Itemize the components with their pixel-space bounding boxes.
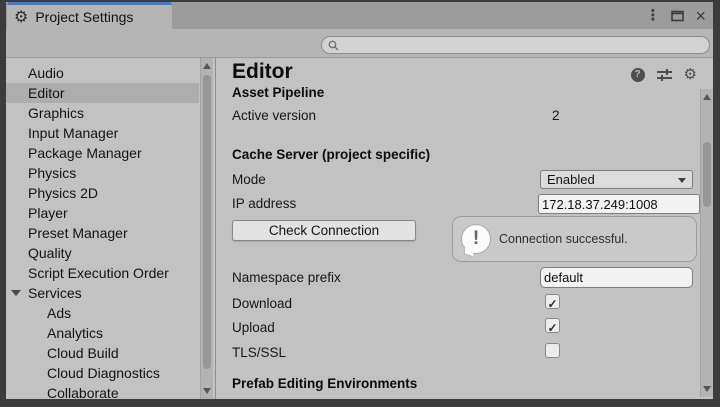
sidebar-item-package-manager[interactable]: Package Manager: [6, 143, 199, 163]
title-bar: ⚙ Project Settings ⋮ ×: [6, 2, 713, 29]
settings-category-list: Audio Editor Graphics Input Manager Pack…: [6, 63, 199, 403]
mode-dropdown-value: Enabled: [547, 172, 595, 187]
status-message: Connection successful.: [499, 232, 628, 246]
upload-checkbox[interactable]: ✓: [545, 318, 560, 333]
sidebar-item-ads[interactable]: Ads: [6, 303, 199, 323]
download-checkbox[interactable]: ✓: [545, 294, 560, 309]
ip-address-label: IP address: [232, 196, 296, 211]
sidebar-item-input-manager[interactable]: Input Manager: [6, 123, 199, 143]
settings-gear-icon: ⚙: [14, 9, 28, 25]
sidebar-item-physics-2d[interactable]: Physics 2D: [6, 183, 199, 203]
project-settings-window: ⚙ Project Settings ⋮ ×: [6, 2, 713, 399]
help-icon[interactable]: ?: [631, 68, 645, 82]
maximize-icon[interactable]: [671, 10, 684, 22]
namespace-prefix-field[interactable]: [540, 267, 693, 288]
tls-ssl-checkbox[interactable]: ✓: [545, 343, 560, 358]
sidebar-item-script-execution-order[interactable]: Script Execution Order: [6, 263, 199, 283]
window-controls: ⋮ ×: [645, 2, 706, 29]
chevron-down-icon: [678, 178, 686, 183]
section-asset-pipeline: Asset Pipeline: [232, 85, 324, 100]
sidebar-scrollbar[interactable]: [200, 58, 213, 399]
scroll-down-icon[interactable]: [703, 386, 711, 392]
sidebar-item-graphics[interactable]: Graphics: [6, 103, 199, 123]
info-bubble-icon: !: [461, 224, 491, 254]
section-prefab-editing: Prefab Editing Environments: [232, 376, 417, 391]
check-connection-button[interactable]: Check Connection: [232, 220, 416, 241]
search-box[interactable]: [321, 36, 710, 54]
editor-settings-panel: Editor ? ⚙ Asset Pipeline Active version…: [216, 58, 713, 399]
window-menu-icon[interactable]: ⋮: [645, 8, 660, 23]
close-icon[interactable]: ×: [695, 7, 706, 25]
sidebar-item-label: Services: [28, 285, 82, 301]
exclamation-icon: !: [462, 228, 490, 250]
sidebar-item-editor[interactable]: Editor: [6, 83, 199, 103]
sidebar-item-cloud-build[interactable]: Cloud Build: [6, 343, 199, 363]
sidebar-scroll-thumb[interactable]: [203, 75, 211, 369]
namespace-prefix-label: Namespace prefix: [232, 270, 341, 285]
sidebar-item-player[interactable]: Player: [6, 203, 199, 223]
sidebar-item-analytics[interactable]: Analytics: [6, 323, 199, 343]
toolbar: [6, 29, 713, 58]
page-title: Editor: [232, 60, 293, 84]
panel-gear-icon[interactable]: ⚙: [684, 67, 697, 82]
sidebar-item-quality[interactable]: Quality: [6, 243, 199, 263]
ip-address-field[interactable]: [538, 194, 700, 214]
connection-status-notice: ! Connection successful.: [452, 216, 697, 262]
window-title: Project Settings: [35, 9, 133, 25]
content-scrollbar[interactable]: [700, 89, 713, 397]
active-version-label: Active version: [232, 108, 316, 123]
search-icon: [328, 40, 339, 51]
scroll-down-icon[interactable]: [203, 388, 211, 394]
foldout-open-icon[interactable]: [11, 290, 21, 296]
sidebar-item-services[interactable]: Services: [6, 283, 199, 303]
content-scroll-thumb[interactable]: [703, 142, 711, 207]
sidebar-item-audio[interactable]: Audio: [6, 63, 199, 83]
active-version-value: 2: [552, 108, 560, 123]
project-settings-tab[interactable]: ⚙ Project Settings: [7, 2, 172, 29]
download-label: Download: [232, 296, 292, 311]
scroll-up-icon[interactable]: [203, 63, 211, 69]
sidebar-item-preset-manager[interactable]: Preset Manager: [6, 223, 199, 243]
sidebar-item-cloud-diagnostics[interactable]: Cloud Diagnostics: [6, 363, 199, 383]
mode-label: Mode: [232, 172, 266, 187]
settings-sidebar: Audio Editor Graphics Input Manager Pack…: [6, 58, 216, 399]
check-icon: ✓: [547, 321, 557, 335]
upload-label: Upload: [232, 320, 275, 335]
sidebar-item-collaborate[interactable]: Collaborate: [6, 383, 199, 403]
presets-icon[interactable]: [657, 68, 672, 82]
check-icon: ✓: [547, 297, 557, 311]
search-input[interactable]: [343, 38, 709, 52]
tls-ssl-label: TLS/SSL: [232, 345, 286, 360]
mode-dropdown[interactable]: Enabled: [540, 170, 693, 189]
section-cache-server: Cache Server (project specific): [232, 147, 430, 162]
sidebar-item-physics[interactable]: Physics: [6, 163, 199, 183]
panel-header-icons: ? ⚙: [631, 67, 697, 82]
scroll-up-icon[interactable]: [703, 94, 711, 100]
